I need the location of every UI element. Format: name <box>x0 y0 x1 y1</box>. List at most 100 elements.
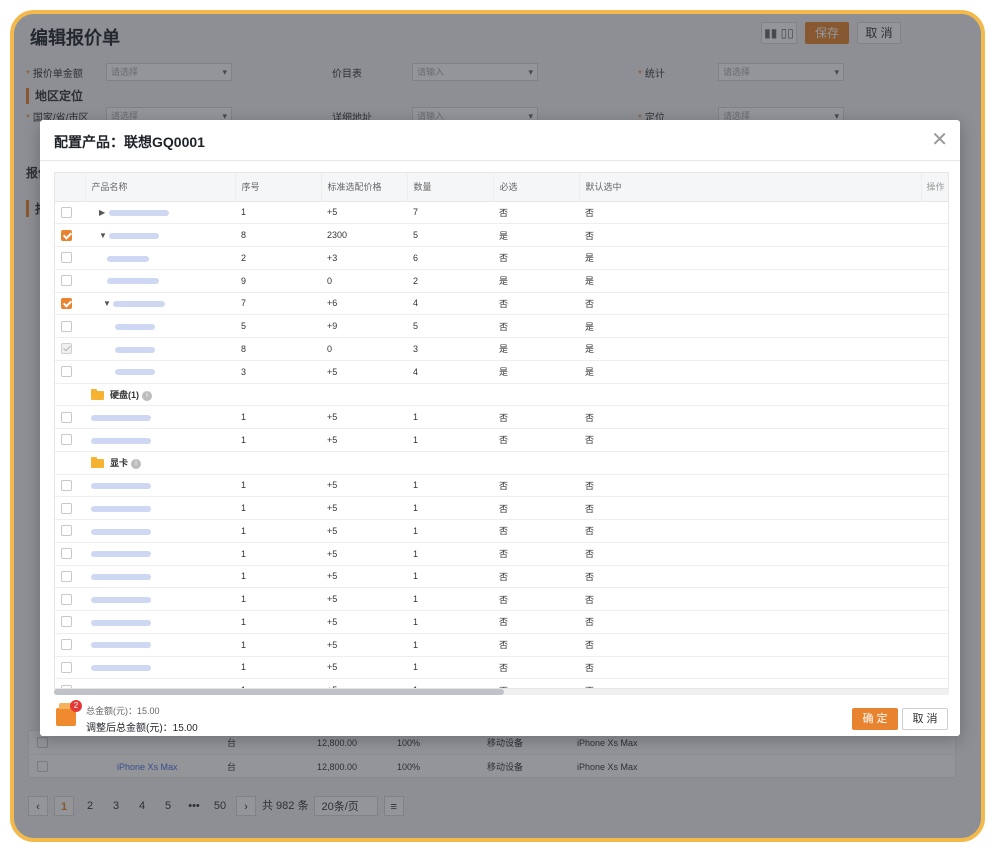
cell-empty <box>579 451 921 475</box>
product-name-link[interactable] <box>107 278 159 285</box>
table-body: ▶1+57否否•••▼823005是否•••2+36否是•••902是是•••▼… <box>55 201 948 688</box>
product-name-link[interactable] <box>91 437 151 444</box>
cell-product-name: ▼ <box>85 223 235 247</box>
cell-qty: 1 <box>407 587 493 611</box>
cell-spacer <box>921 633 948 657</box>
group-row: 显卡i••• <box>55 451 948 475</box>
product-name-link[interactable] <box>109 210 169 216</box>
table-row: 1+51否否••• <box>55 656 948 680</box>
cell-select <box>55 678 85 688</box>
table-header: 产品名称 序号 标准选配价格 数量 必选 默认选中 操作 <box>55 173 948 202</box>
cell-seq: 2 <box>235 246 321 270</box>
caret-right-icon[interactable]: ▶ <box>99 208 109 217</box>
product-name-link[interactable] <box>91 483 151 489</box>
table-row: 1+51否否••• <box>55 496 948 520</box>
info-icon[interactable]: i <box>131 458 142 469</box>
cell-seq: 9 <box>235 269 321 293</box>
cell-spacer <box>921 337 948 361</box>
total-amount: 总金额(元)：15.00 <box>86 706 160 716</box>
cell-select <box>55 496 85 520</box>
cell-qty: 7 <box>407 201 493 225</box>
cell-required: 否 <box>493 656 579 680</box>
row-checkbox[interactable] <box>61 206 72 218</box>
table-row: 1+51否否••• <box>55 474 948 498</box>
product-name-link[interactable] <box>91 551 151 558</box>
header-default: 默认选中 <box>579 173 922 202</box>
cell-default: 是 <box>579 337 921 361</box>
product-name-link[interactable] <box>91 665 151 671</box>
row-checkbox[interactable] <box>61 297 72 309</box>
product-name-link[interactable] <box>91 596 151 603</box>
product-name-link[interactable] <box>115 346 155 353</box>
row-checkbox[interactable] <box>61 661 72 673</box>
product-name-link[interactable] <box>91 528 151 535</box>
cell-select <box>55 383 85 407</box>
cell-seq: 8 <box>235 223 321 247</box>
product-name-link[interactable] <box>91 574 151 580</box>
cell-default: 否 <box>579 587 921 611</box>
row-checkbox[interactable] <box>61 593 72 605</box>
cell-spacer <box>921 519 948 543</box>
confirm-button[interactable]: 确 定 <box>852 708 898 730</box>
row-checkbox[interactable] <box>61 479 72 491</box>
cell-default: 否 <box>579 678 921 688</box>
product-name-link[interactable] <box>115 323 155 330</box>
modal-divider <box>40 160 960 161</box>
product-name-link[interactable] <box>91 505 151 512</box>
modal-title: 配置产品：联想GQ0001 <box>54 134 205 150</box>
cell-qty: 1 <box>407 405 493 429</box>
screenshot-frame: 编辑报价单 ▮▮ ▯▯ 保存 取 消 报价单金额请选择价目表请输入统计请选择 地… <box>10 10 985 842</box>
row-checkbox[interactable] <box>61 434 72 446</box>
row-checkbox[interactable] <box>61 320 72 332</box>
cell-seq: 1 <box>235 587 321 611</box>
cell-product-name <box>85 678 235 688</box>
cell-price: +5 <box>321 678 407 688</box>
cell-product-name <box>85 496 235 520</box>
row-checkbox[interactable] <box>61 525 72 537</box>
row-checkbox[interactable] <box>61 229 72 241</box>
cell-spacer <box>921 610 948 634</box>
cell-spacer <box>921 451 948 475</box>
product-name-link[interactable] <box>115 369 155 376</box>
cell-price: +5 <box>321 360 407 384</box>
row-checkbox[interactable] <box>61 252 72 264</box>
cart-icon[interactable]: 2 <box>54 700 82 726</box>
cell-default: 否 <box>579 656 921 680</box>
cell-price: +5 <box>321 201 407 225</box>
row-checkbox[interactable] <box>61 366 72 378</box>
product-name-link[interactable] <box>107 255 149 262</box>
cell-default: 否 <box>579 292 921 316</box>
cell-empty <box>407 383 493 407</box>
product-name-link[interactable] <box>113 301 165 307</box>
product-name-link[interactable] <box>109 232 159 239</box>
cell-spacer <box>921 474 948 498</box>
cell-seq: 1 <box>235 496 321 520</box>
product-name-link[interactable] <box>91 619 151 626</box>
cell-default: 是 <box>579 246 921 270</box>
cell-price: 0 <box>321 269 407 293</box>
row-checkbox[interactable] <box>61 411 72 423</box>
cell-select <box>55 223 85 247</box>
cell-spacer <box>921 360 948 384</box>
caret-down-icon[interactable]: ▼ <box>103 299 113 308</box>
product-name-link[interactable] <box>91 642 151 649</box>
cell-price: +5 <box>321 633 407 657</box>
row-checkbox[interactable] <box>61 548 72 560</box>
caret-down-icon[interactable]: ▼ <box>99 231 109 240</box>
close-icon[interactable]: ✕ <box>931 128 948 152</box>
table-row: 1+51否否••• <box>55 519 948 543</box>
scrollbar-thumb[interactable] <box>54 689 504 695</box>
product-name-link[interactable] <box>91 414 151 421</box>
row-checkbox[interactable] <box>61 570 72 582</box>
row-checkbox[interactable] <box>61 616 72 628</box>
row-checkbox[interactable] <box>61 502 72 514</box>
product-config-table: 产品名称 序号 标准选配价格 数量 必选 默认选中 操作 ▶1+57否否•••▼… <box>54 172 949 689</box>
cell-default: 是 <box>579 360 921 384</box>
info-icon[interactable]: i <box>142 390 152 401</box>
cancel-button[interactable]: 取 消 <box>902 708 948 730</box>
row-checkbox[interactable] <box>61 639 72 651</box>
horizontal-scrollbar[interactable] <box>54 689 949 695</box>
row-checkbox[interactable] <box>61 275 72 287</box>
cell-required: 否 <box>493 474 579 498</box>
cell-select <box>55 201 85 225</box>
